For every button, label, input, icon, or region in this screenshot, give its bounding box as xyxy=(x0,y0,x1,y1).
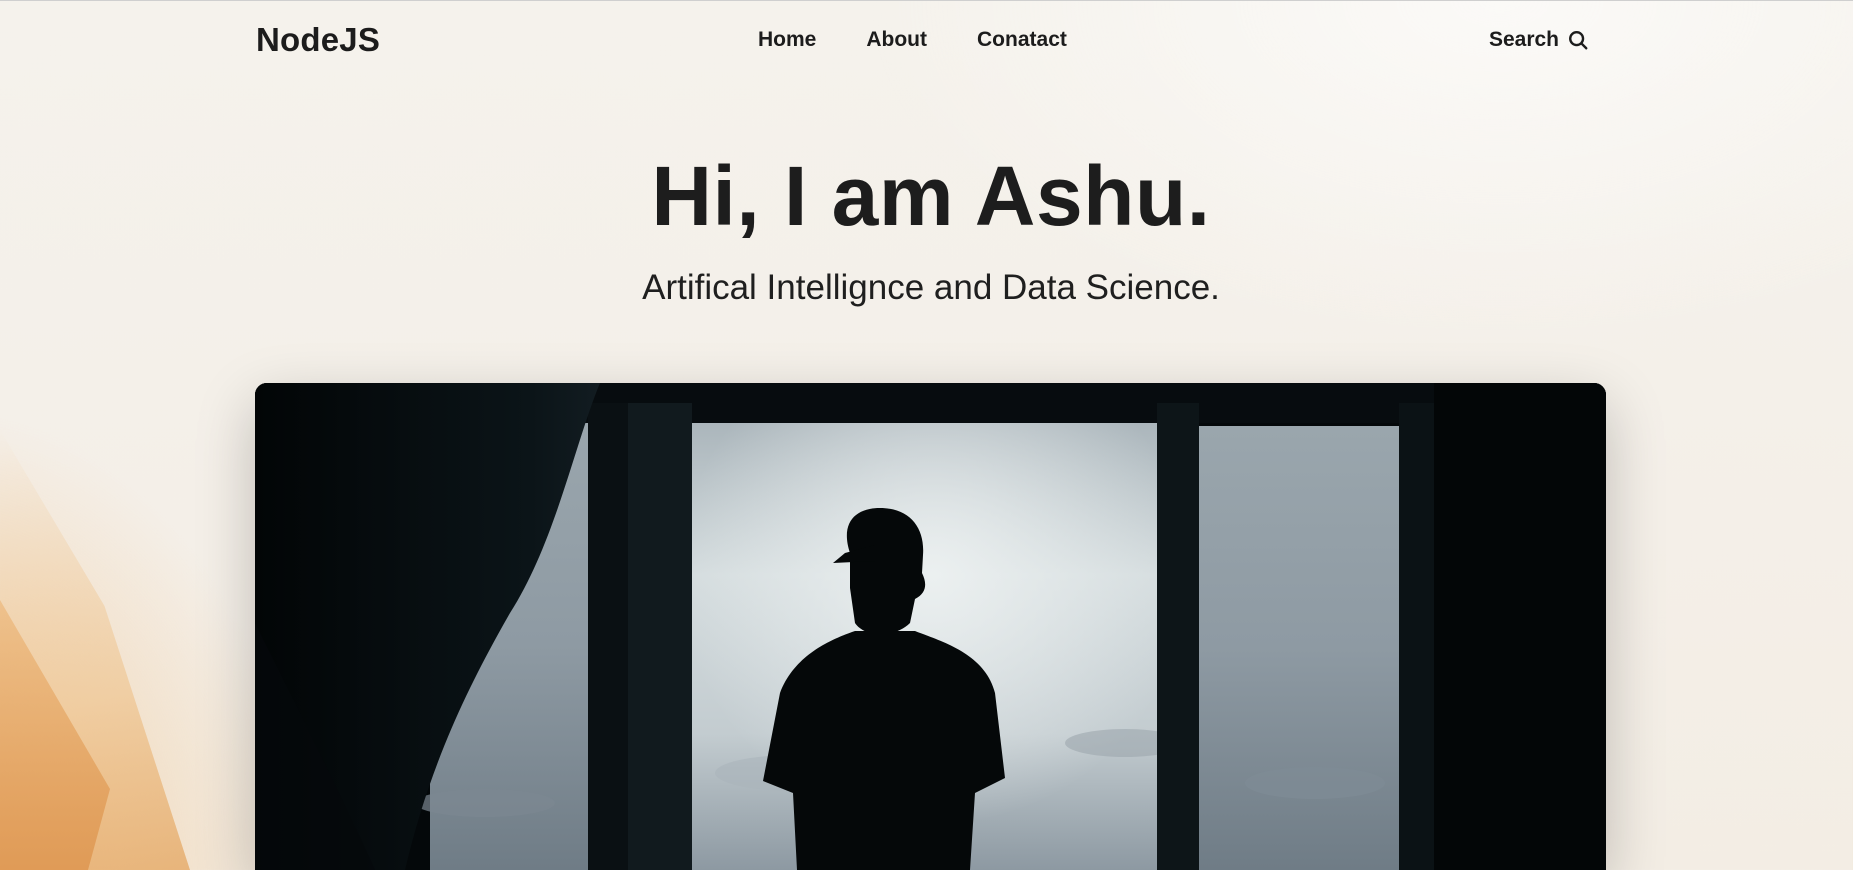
top-navigation: NodeJS Home About Conatact Search xyxy=(256,18,1589,62)
search-button[interactable]: Search xyxy=(1489,18,1589,62)
main-menu: Home About Conatact xyxy=(758,18,1067,62)
search-label: Search xyxy=(1488,28,1559,51)
nav-link-contact[interactable]: Conatact xyxy=(977,28,1067,52)
search-icon xyxy=(1569,31,1588,50)
nav-link-about[interactable]: About xyxy=(866,28,927,52)
silhouette-illustration xyxy=(255,383,1606,870)
hero-title: Hi, I am Ashu. xyxy=(651,149,1211,243)
hero-image xyxy=(255,383,1606,870)
top-border xyxy=(0,0,1853,1)
hero-subtitle: Artifical Intellignce and Data Science. xyxy=(642,268,1220,307)
nav-link-home[interactable]: Home xyxy=(758,28,816,52)
brand-logo[interactable]: NodeJS xyxy=(256,18,380,62)
